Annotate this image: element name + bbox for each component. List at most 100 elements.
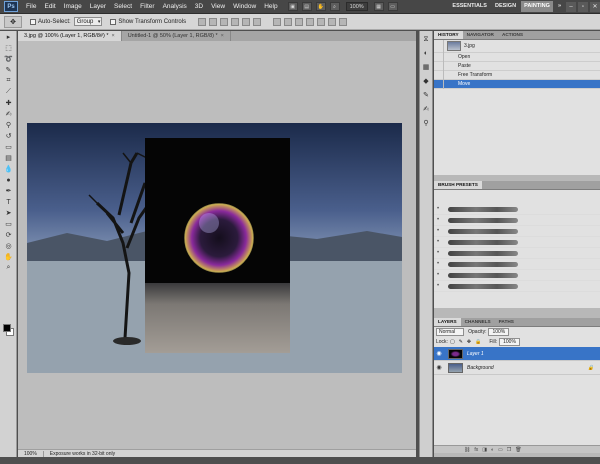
brush-preset[interactable]: • [434,237,600,248]
color-panel-icon[interactable]: ◐ [421,49,431,59]
eraser-tool-icon[interactable]: ▭ [2,142,15,152]
adjustment-layer-icon[interactable]: ◐ [491,447,494,453]
blend-mode-dropdown[interactable]: Normal [436,328,465,336]
menu-image[interactable]: Image [60,0,86,14]
screen-mode-icon[interactable]: ▭ [387,2,398,11]
clone-source-icon[interactable]: ⚲ [421,119,431,129]
lock-pixels-icon[interactable]: ✎ [459,339,463,345]
tab-close-icon[interactable]: × [221,33,224,39]
move-tool-icon[interactable]: ▸ [2,32,15,42]
brush-preset[interactable]: • [434,259,600,270]
delete-layer-icon[interactable]: 🗑 [515,447,521,453]
brush-preset[interactable]: • [434,270,600,281]
dodge-tool-icon[interactable]: ● [2,175,15,185]
hand-icon[interactable]: ✋ [315,2,326,11]
workspace-essentials[interactable]: ESSENTIALS [449,1,490,12]
hand-tool-icon[interactable]: ✋ [2,252,15,262]
tab-actions[interactable]: ACTIONS [498,31,527,39]
mini-bridge-icon[interactable]: ▤ [301,2,312,11]
history-brush-tool-icon[interactable]: ↺ [2,131,15,141]
lasso-tool-icon[interactable]: ➰ [2,54,15,64]
layer-row-selected[interactable]: ◉ Layer 1 [434,347,600,361]
layer-style-icon[interactable]: fx [474,447,478,453]
brush-panel-icon[interactable]: ✍ [421,105,431,115]
restore-icon[interactable]: ▫ [578,1,588,12]
crop-tool-icon[interactable]: ⌗ [2,76,15,86]
menu-view[interactable]: View [207,0,229,14]
arrange-documents-icon[interactable]: ▦ [373,2,384,11]
tab-close-icon[interactable]: × [111,33,114,39]
blur-tool-icon[interactable]: 💧 [2,164,15,174]
3d-orbit-tool-icon[interactable]: ◎ [2,241,15,251]
gradient-tool-icon[interactable]: ▤ [2,153,15,163]
tab-paths[interactable]: PATHS [495,318,518,326]
show-transform-checkbox[interactable] [110,18,117,25]
menu-select[interactable]: Select [110,0,136,14]
link-layers-icon[interactable]: ⛓ [464,447,470,453]
align-left-icon[interactable] [231,17,240,26]
path-selection-tool-icon[interactable]: ➤ [2,208,15,218]
tab-layers[interactable]: LAYERS [434,318,461,326]
brush-preset[interactable]: • [434,281,600,292]
image-canvas[interactable] [27,123,402,373]
history-panel-icon[interactable]: ⧖ [421,35,431,45]
zoom-icon[interactable]: ⌕ [329,2,340,11]
brush-preset[interactable]: • [434,215,600,226]
fill-input[interactable]: 100% [499,338,520,346]
distribute-hcenter-icon[interactable] [317,17,326,26]
menu-3d[interactable]: 3D [191,0,207,14]
tab-document-1[interactable]: 3.jpg @ 100% (Layer 1, RGB/8#) * × [18,31,122,41]
distribute-left-icon[interactable] [306,17,315,26]
more-workspaces-icon[interactable]: » [555,1,564,12]
status-zoom[interactable]: 100% [18,450,44,457]
align-top-icon[interactable] [198,17,207,26]
zoom-level[interactable]: 100% [345,2,368,11]
styles-panel-icon[interactable]: ◆ [421,77,431,87]
visibility-eye-icon[interactable]: ◉ [434,364,444,371]
minimize-icon[interactable]: – [566,1,576,12]
pen-tool-icon[interactable]: ✒ [2,186,15,196]
3d-rotate-tool-icon[interactable]: ⟳ [2,230,15,240]
swatches-panel-icon[interactable]: ▦ [421,63,431,73]
lock-transparent-icon[interactable]: ▢ [450,339,455,345]
history-brush-source[interactable] [434,39,444,53]
visibility-eye-icon[interactable]: ◉ [434,350,444,357]
align-hcenter-icon[interactable] [242,17,251,26]
tab-navigator[interactable]: NAVIGATOR [463,31,498,39]
opacity-input[interactable]: 100% [488,328,510,336]
layer-row[interactable]: ◉ Background 🔒 [434,361,600,375]
history-item[interactable]: Free Transform [434,70,600,80]
auto-select-dropdown[interactable]: Group [73,17,103,26]
marquee-tool-icon[interactable]: ⬚ [2,43,15,53]
move-tool-preset-icon[interactable]: ✥ [4,15,22,28]
new-layer-icon[interactable]: ❐ [507,447,511,453]
menu-help[interactable]: Help [260,0,281,14]
tab-brush-presets[interactable]: BRUSH PRESETS [434,181,482,189]
type-tool-icon[interactable]: T [2,197,15,207]
tab-history[interactable]: HISTORY [434,31,463,39]
bridge-icon[interactable]: ▣ [287,2,298,11]
menu-window[interactable]: Window [229,0,260,14]
distribute-vcenter-icon[interactable] [284,17,293,26]
lock-all-icon[interactable]: 🔒 [475,339,481,345]
align-vcenter-icon[interactable] [209,17,218,26]
history-item-selected[interactable]: Move [434,79,600,89]
history-snapshot[interactable]: 3.jpg [434,39,600,53]
close-icon[interactable]: ✕ [590,1,600,12]
layer-mask-icon[interactable]: ◨ [482,447,487,453]
history-item[interactable]: Paste [434,61,600,71]
brush-preset[interactable]: • [434,204,600,215]
new-group-icon[interactable]: ▭ [498,447,503,453]
brush-tool-icon[interactable]: ✍ [2,109,15,119]
align-right-icon[interactable] [253,17,262,26]
distribute-bottom-icon[interactable] [295,17,304,26]
shape-tool-icon[interactable]: ▭ [2,219,15,229]
history-item[interactable]: Open [434,52,600,62]
distribute-top-icon[interactable] [273,17,282,26]
tool-presets-icon[interactable]: ✎ [421,91,431,101]
foreground-color-swatch[interactable] [3,324,11,332]
workspace-painting[interactable]: PAINTING [521,1,553,12]
healing-tool-icon[interactable]: ✚ [2,98,15,108]
eyedropper-tool-icon[interactable]: ⟋ [2,87,15,97]
menu-edit[interactable]: Edit [40,0,59,14]
